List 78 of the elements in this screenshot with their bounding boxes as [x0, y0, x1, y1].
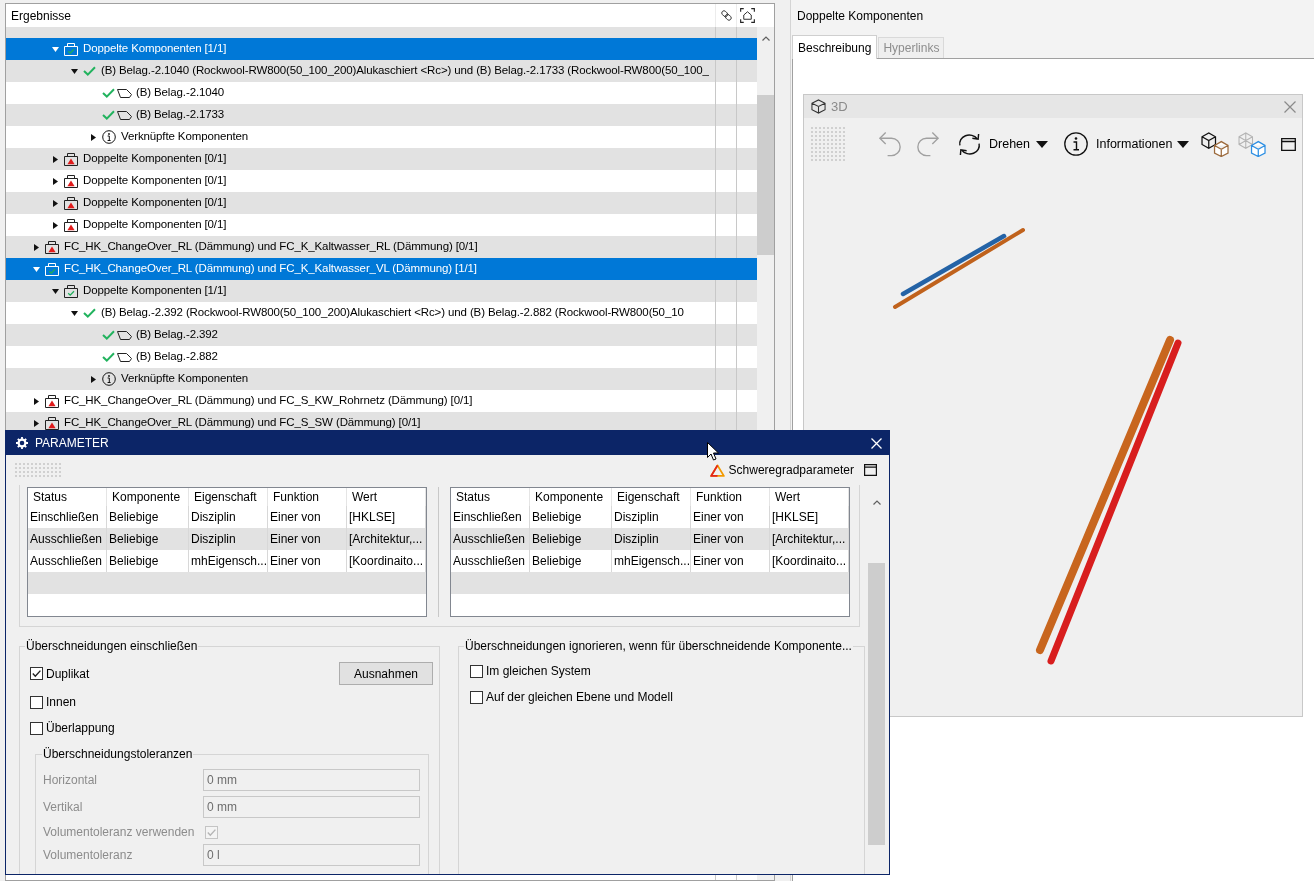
caret-down-icon[interactable]	[51, 288, 59, 294]
panel-title: Doppelte Komponenten	[797, 8, 924, 25]
info-icon	[102, 372, 116, 386]
caret-down-icon[interactable]	[70, 310, 78, 316]
severity-parameters-button[interactable]: Schweregradparameter	[709, 459, 854, 481]
tree-item[interactable]: Verknüpfte Komponenten	[6, 368, 757, 390]
tree-item[interactable]: (B) Belag.-2.1733	[6, 104, 757, 126]
caret-right-icon[interactable]	[52, 155, 58, 163]
tree-item[interactable]: (B) Belag.-2.1040 (Rockwool-RW800(50_100_200)Alukaschiert <Rc>) und (B) Belag.-2.1733 (Rockwool-RW800(50_100_	[6, 60, 757, 82]
parallelogram-icon	[117, 110, 132, 120]
exceptions-button[interactable]: Ausnahmen	[339, 662, 433, 685]
checkbox[interactable]	[30, 721, 43, 735]
checkbox-label: Innen	[46, 694, 77, 711]
gear-icon	[16, 437, 28, 449]
tree-item[interactable]: (B) Belag.-2.392	[6, 324, 757, 346]
caret-right-icon[interactable]	[33, 243, 39, 251]
caret-right-icon[interactable]	[33, 419, 39, 427]
caret-right-icon[interactable]	[90, 133, 96, 141]
tab[interactable]: Beschreibung	[792, 35, 878, 59]
chevron-up-icon[interactable]	[872, 499, 881, 505]
parallelogram-icon	[117, 330, 132, 340]
rotate-dropdown[interactable]: Drehen	[956, 129, 1048, 159]
caret-right-icon[interactable]	[52, 199, 58, 207]
link-icon[interactable]	[719, 9, 733, 22]
checkbox[interactable]	[30, 695, 43, 709]
check-icon	[102, 88, 115, 98]
field-label: Volumentoleranz verwenden	[43, 824, 196, 841]
dialog-title: PARAMETER	[35, 435, 109, 452]
checkbox[interactable]	[30, 667, 43, 680]
chevron-up-icon[interactable]	[761, 35, 770, 41]
tree-item[interactable]: Doppelte Komponenten [0/1]	[6, 192, 757, 214]
group-title: Überschneidungen einschließen	[25, 638, 199, 655]
check-icon	[83, 66, 96, 76]
cubes-wireframe-icon[interactable]	[1238, 131, 1268, 157]
check-icon	[102, 330, 115, 340]
scan-frame-icon[interactable]	[739, 8, 755, 23]
field-label: Vertikal	[43, 799, 84, 816]
tree-item[interactable]: FC_HK_ChangeOver_RL (Dämmung) und FC_K_Kaltwasser_VL (Dämmung) [1/1]	[6, 258, 757, 280]
field-label: Horizontal	[43, 772, 99, 789]
tree-item[interactable]: Doppelte Komponenten [0/1]	[6, 148, 757, 170]
viewer-title: 3D	[831, 97, 848, 116]
caret-right-icon[interactable]	[90, 375, 96, 383]
mouse-pointer-icon	[707, 442, 719, 461]
scrollbar-thumb[interactable]	[757, 95, 774, 255]
rotate-arrows-icon	[956, 132, 983, 156]
window-icon[interactable]	[864, 464, 877, 476]
check-icon	[83, 308, 96, 318]
check-icon	[102, 352, 115, 362]
checkbox-label: Auf der gleichen Ebene und Modell	[486, 689, 673, 706]
window-icon[interactable]	[1281, 137, 1297, 151]
scrollbar-thumb[interactable]	[868, 563, 885, 845]
caret-right-icon[interactable]	[52, 221, 58, 229]
caret-right-icon[interactable]	[33, 397, 39, 405]
information-dropdown[interactable]: Informationen	[1064, 129, 1190, 159]
cubes-icon[interactable]	[1201, 131, 1231, 157]
cube-icon	[811, 99, 826, 114]
panel-title: Ergebnisse	[11, 7, 72, 25]
tree-item[interactable]: FC_HK_ChangeOver_RL (Dämmung) und FC_K_Kaltwasser_RL (Dämmung) [0/1]	[6, 236, 757, 258]
checkbox-label: Überlappung	[46, 720, 115, 737]
grip-dots-icon[interactable]	[15, 463, 61, 477]
group-title: Überschneidungen ignorieren, wenn für überschneidende Komponente...	[464, 638, 853, 655]
parallelogram-icon	[117, 88, 132, 98]
grip-dots-icon[interactable]	[811, 127, 845, 161]
group-title: Überschneidungstoleranzen	[42, 746, 194, 763]
parallelogram-icon	[117, 352, 132, 362]
warning-triangle-icon	[709, 463, 725, 477]
checkbox-label: Im gleichen System	[486, 663, 591, 680]
caret-right-icon[interactable]	[52, 177, 58, 185]
field-label: Volumentoleranz	[43, 847, 134, 864]
info-icon	[1064, 132, 1088, 156]
checkbox[interactable]	[470, 664, 483, 678]
tree-item[interactable]: Doppelte Komponenten [1/1]	[6, 38, 757, 60]
checkbox-label: Duplikat	[46, 665, 90, 683]
caret-down-icon[interactable]	[70, 68, 78, 74]
checkbox[interactable]	[470, 690, 483, 704]
check-icon	[102, 110, 115, 120]
tree-item[interactable]: Doppelte Komponenten [1/1]	[6, 280, 757, 302]
info-icon	[102, 130, 116, 144]
